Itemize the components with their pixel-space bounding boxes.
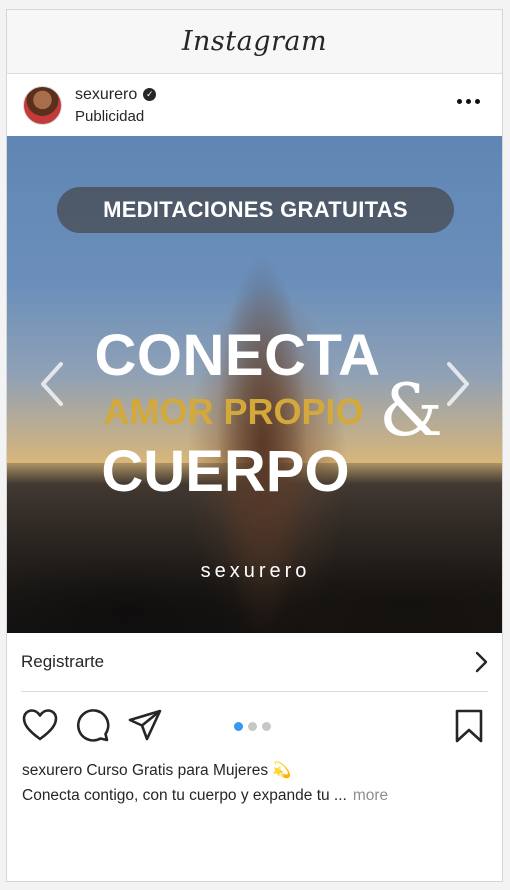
caption-title: Curso Gratis para Mujeres 💫 [86, 762, 292, 779]
instagram-logo[interactable]: Instagram [182, 26, 327, 57]
chevron-right-icon[interactable] [443, 360, 473, 408]
post-media[interactable]: MEDITACIONES GRATUITAS CONECTA AMOR PROP… [7, 136, 502, 633]
carousel-dot [262, 722, 271, 731]
share-icon[interactable] [127, 708, 163, 742]
bookmark-icon[interactable] [454, 709, 484, 743]
heart-icon[interactable] [21, 708, 59, 742]
post-caption: sexurero Curso Gratis para Mujeres 💫 Cone… [7, 758, 502, 808]
caption-line-2: Conecta contigo, con tu cuerpo y expande… [22, 783, 487, 808]
media-watermark: sexurero [200, 560, 311, 582]
instagram-window: Instagram sexurero ✓ Publicidad MEDITACI… [6, 9, 503, 882]
cta-register-row[interactable]: Registrarte [21, 633, 488, 692]
carousel-dot [234, 722, 243, 731]
action-bar [7, 692, 502, 758]
more-options-icon[interactable] [457, 99, 480, 104]
top-bar: Instagram [7, 10, 502, 74]
post-header: sexurero ✓ Publicidad [7, 74, 502, 136]
cta-register-label: Registrarte [21, 652, 105, 671]
caption-more-link[interactable]: more [353, 787, 388, 804]
comment-icon[interactable] [75, 707, 111, 743]
carousel-indicator [234, 722, 271, 731]
chevron-right-icon [475, 651, 488, 673]
account-info: sexurero ✓ Publicidad [75, 86, 157, 125]
carousel-dot [248, 722, 257, 731]
headline-line-3: CUERPO [101, 439, 350, 504]
username[interactable]: sexurero [75, 86, 137, 104]
verified-icon: ✓ [143, 88, 157, 101]
chevron-left-icon[interactable] [37, 360, 67, 408]
caption-line-1: sexurero Curso Gratis para Mujeres 💫 [22, 758, 487, 783]
sponsored-label: Publicidad [75, 107, 145, 125]
caption-username[interactable]: sexurero [22, 762, 82, 779]
avatar[interactable] [23, 85, 62, 125]
media-pill-banner: MEDITACIONES GRATUITAS [57, 187, 454, 233]
caption-body: Conecta contigo, con tu cuerpo y expande… [22, 787, 347, 804]
